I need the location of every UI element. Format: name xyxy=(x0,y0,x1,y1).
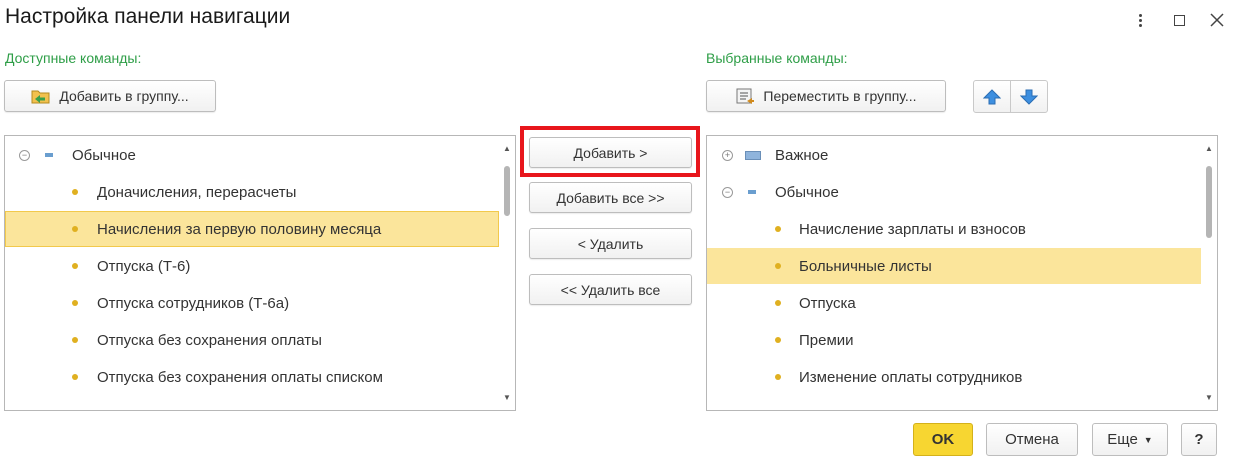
item-label: Начисления за первую половину месяца xyxy=(97,220,382,238)
list-item[interactable]: Премии xyxy=(707,322,1201,358)
bullet-icon xyxy=(775,300,781,306)
list-item[interactable]: − Обычное xyxy=(707,174,1201,210)
list-item[interactable]: Отпуска без сохранения оплаты xyxy=(5,322,499,358)
item-label: Премии xyxy=(799,331,854,349)
maximize-icon xyxy=(1173,14,1185,26)
list-item[interactable]: − Обычное xyxy=(5,137,499,173)
item-label: Обычное xyxy=(72,146,136,164)
bullet-icon xyxy=(72,337,78,343)
bullet-icon xyxy=(72,189,78,195)
item-label: Больничные листы xyxy=(799,257,932,275)
list-item-selected[interactable]: Больничные листы xyxy=(707,248,1201,284)
ok-button[interactable]: OK xyxy=(913,423,973,456)
expand-icon[interactable]: + xyxy=(722,149,733,161)
item-label: Отпуска (Т-6) xyxy=(97,257,191,275)
add-to-group-button[interactable]: Добавить в группу... xyxy=(4,80,216,112)
bullet-icon xyxy=(72,300,78,306)
item-label: Начисление зарплаты и взносов xyxy=(799,220,1026,238)
move-up-button[interactable] xyxy=(973,80,1011,113)
group-icon xyxy=(45,153,53,157)
add-to-group-label: Добавить в группу... xyxy=(59,88,189,104)
item-label: Важное xyxy=(775,146,829,164)
close-icon xyxy=(1210,13,1224,27)
bullet-icon xyxy=(775,226,781,232)
move-to-group-label: Переместить в группу... xyxy=(763,88,917,104)
list-item[interactable]: Отпуска без сохранения оплаты списком xyxy=(5,359,499,395)
bullet-icon xyxy=(775,374,781,380)
remove-button[interactable]: < Удалить xyxy=(529,228,692,259)
scroll-down-icon[interactable]: ▼ xyxy=(1205,393,1213,402)
scroll-down-icon[interactable]: ▼ xyxy=(503,393,511,402)
collapse-icon[interactable]: − xyxy=(19,149,30,161)
bullet-icon xyxy=(72,263,78,269)
scroll-thumb[interactable] xyxy=(1206,166,1212,238)
selected-commands-label: Выбранные команды: xyxy=(706,50,848,66)
item-label: Изменение оплаты сотрудников xyxy=(799,368,1023,386)
item-label: Отпуска xyxy=(799,294,856,312)
folder-add-icon xyxy=(31,87,51,105)
cancel-button[interactable]: Отмена xyxy=(986,423,1078,456)
dropdown-arrow-icon: ▼ xyxy=(1143,434,1153,445)
item-label: Отпуска без сохранения оплаты xyxy=(97,331,322,349)
collapse-icon[interactable]: − xyxy=(722,186,733,198)
arrow-up-icon xyxy=(983,88,1001,104)
list-item[interactable]: Отпуска сотрудников (Т-6а) xyxy=(5,285,499,321)
selected-commands-list[interactable]: + Важное − Обычное Начисление зарплаты и… xyxy=(706,135,1218,411)
item-label: Отпуска без сохранения оплаты списком xyxy=(97,368,383,386)
move-down-button[interactable] xyxy=(1010,80,1048,113)
list-item-selected[interactable]: Начисления за первую половину месяца xyxy=(5,211,499,247)
list-item[interactable]: Отпуска xyxy=(707,285,1201,321)
help-button[interactable]: ? xyxy=(1181,423,1217,456)
list-item[interactable]: Отпуска (Т-6) xyxy=(5,248,499,284)
scroll-thumb[interactable] xyxy=(504,166,510,216)
scroll-up-icon[interactable]: ▲ xyxy=(1205,144,1213,153)
available-commands-label: Доступные команды: xyxy=(5,50,142,66)
group-icon xyxy=(745,150,761,160)
item-label: Обычное xyxy=(775,183,839,201)
scrollbar[interactable]: ▲ ▼ xyxy=(1201,136,1217,410)
maximize-button[interactable] xyxy=(1167,8,1191,32)
group-icon xyxy=(748,190,756,194)
dialog-title: Настройка панели навигации xyxy=(5,5,291,28)
item-label: Отпуска сотрудников (Т-6а) xyxy=(97,294,290,312)
remove-all-button[interactable]: << Удалить все xyxy=(529,274,692,305)
move-to-group-button[interactable]: Переместить в группу... xyxy=(706,80,946,112)
list-item[interactable]: Начисление зарплаты и взносов xyxy=(707,211,1201,247)
available-commands-list[interactable]: − Обычное Доначисления, перерасчеты Начи… xyxy=(4,135,516,411)
bullet-icon xyxy=(72,374,78,380)
list-item[interactable]: Доначисления, перерасчеты xyxy=(5,174,499,210)
more-actions-button[interactable] xyxy=(1128,8,1152,32)
more-label: Еще xyxy=(1107,431,1138,448)
vertical-dots-icon xyxy=(1138,13,1142,27)
add-all-button[interactable]: Добавить все >> xyxy=(529,182,692,213)
close-button[interactable] xyxy=(1205,8,1229,32)
arrow-down-icon xyxy=(1020,89,1038,105)
bullet-icon xyxy=(775,337,781,343)
more-button[interactable]: Еще ▼ xyxy=(1092,423,1168,456)
highlight-frame xyxy=(520,126,700,177)
move-to-group-icon xyxy=(735,87,755,105)
item-label: Доначисления, перерасчеты xyxy=(97,183,297,201)
scroll-up-icon[interactable]: ▲ xyxy=(503,144,511,153)
list-item[interactable]: Изменение оплаты сотрудников xyxy=(707,359,1201,395)
scrollbar[interactable]: ▲ ▼ xyxy=(499,136,515,410)
bullet-icon xyxy=(72,226,78,232)
list-item[interactable]: + Важное xyxy=(707,137,1201,173)
bullet-icon xyxy=(775,263,781,269)
